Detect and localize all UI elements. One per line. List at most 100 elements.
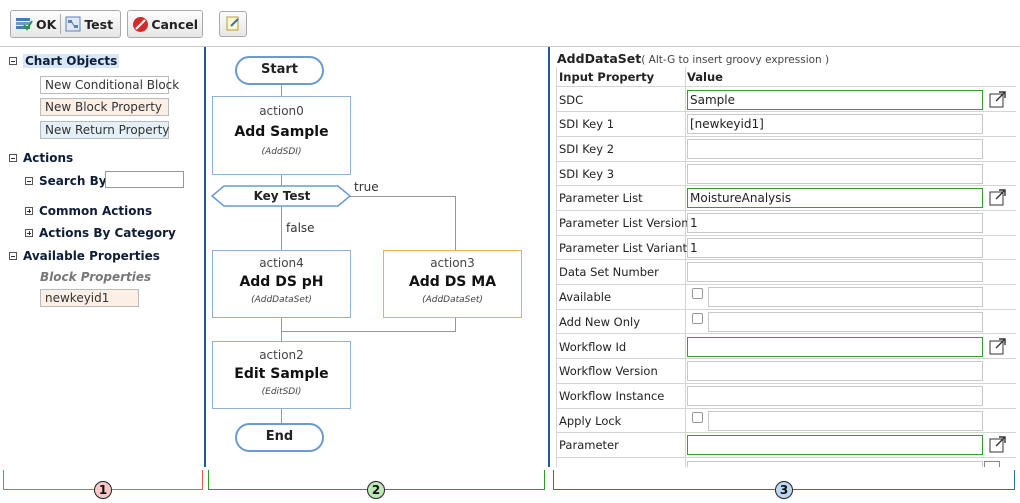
sdc-input[interactable]: Sample bbox=[687, 89, 983, 110]
flow-action3[interactable]: action3 Add DS MA (AddDataSet) bbox=[383, 250, 522, 318]
available-properties-label: Available Properties bbox=[23, 249, 160, 263]
action-type: (AddSDI) bbox=[261, 147, 302, 157]
actions-label: Actions bbox=[23, 151, 74, 165]
property-row-sdi-key-2: SDI Key 2 bbox=[556, 137, 1016, 162]
next-row-icon[interactable] bbox=[984, 461, 1000, 467]
workflow-version-input[interactable] bbox=[687, 361, 983, 382]
tree-common-actions[interactable]: Common Actions bbox=[25, 204, 152, 218]
expand-icon[interactable] bbox=[25, 229, 33, 237]
flow-action2[interactable]: action2 Edit Sample (EditSDI) bbox=[212, 341, 351, 409]
flow-end[interactable]: End bbox=[235, 423, 324, 452]
new-return-property[interactable]: New Return Property bbox=[40, 121, 169, 139]
property-row-parameter: Parameter bbox=[556, 433, 1016, 458]
sdi-key-3-input[interactable] bbox=[687, 163, 983, 184]
property-row-parameter-list-variant: Parameter List Variant 1 bbox=[556, 236, 1016, 261]
cancel-icon bbox=[133, 16, 148, 32]
parameter-list-variant-input[interactable]: 1 bbox=[687, 237, 983, 258]
property-row-add-new-only: Add New Only bbox=[556, 310, 1016, 335]
add-new-only-input[interactable] bbox=[708, 311, 983, 332]
action-name: action0 bbox=[259, 104, 304, 118]
toolbar-group: OK Test bbox=[10, 10, 121, 38]
open-link-icon[interactable] bbox=[989, 90, 1007, 108]
open-link-icon[interactable] bbox=[989, 189, 1007, 206]
ok-button[interactable]: OK bbox=[15, 16, 56, 32]
collapse-icon[interactable] bbox=[9, 252, 17, 260]
available-checkbox[interactable] bbox=[692, 288, 703, 300]
property-header-row: Input Property Value bbox=[556, 67, 1016, 87]
action-title: Add DS pH bbox=[239, 274, 324, 290]
data-set-number-input[interactable] bbox=[687, 262, 983, 283]
test-button[interactable]: Test bbox=[65, 16, 113, 32]
property-row-parameter-list: Parameter List MoistureAnalysis bbox=[556, 186, 1016, 211]
apply-lock-checkbox[interactable] bbox=[692, 411, 703, 423]
new-block-property[interactable]: New Block Property bbox=[40, 98, 169, 116]
true-label: true bbox=[354, 180, 379, 194]
toolbar-divider bbox=[0, 46, 1020, 47]
tree-chart-objects[interactable]: Chart Objects bbox=[9, 54, 120, 68]
add-new-only-checkbox[interactable] bbox=[692, 312, 703, 324]
expand-icon[interactable] bbox=[25, 207, 33, 215]
property-name: Add New Only bbox=[559, 314, 640, 329]
property-hint: ( Alt-G to insert groovy expression ) bbox=[641, 54, 830, 66]
available-input[interactable] bbox=[708, 287, 983, 308]
ok-icon bbox=[16, 18, 33, 31]
open-link-icon[interactable] bbox=[989, 337, 1007, 355]
workflow-instance-input[interactable] bbox=[687, 385, 983, 406]
property-name: Parameter bbox=[559, 438, 619, 453]
workflow-id-input[interactable] bbox=[687, 336, 983, 357]
search-by-label: Search By: bbox=[39, 174, 112, 188]
parameter-list-input[interactable]: MoistureAnalysis bbox=[687, 188, 983, 209]
action-type: (EditSDI) bbox=[261, 387, 302, 397]
connector bbox=[455, 196, 456, 250]
property-row-workflow-version: Workflow Version bbox=[556, 359, 1016, 384]
property-name: Data Set Number bbox=[559, 265, 659, 280]
property-name: Available bbox=[559, 290, 612, 305]
new-conditional-block[interactable]: New Conditional Block bbox=[40, 76, 179, 94]
search-input[interactable] bbox=[105, 171, 184, 188]
parameter-list-version-input[interactable]: 1 bbox=[687, 213, 983, 233]
connector bbox=[281, 318, 282, 341]
panel-divider[interactable] bbox=[204, 47, 206, 467]
test-icon bbox=[65, 16, 81, 32]
note-button[interactable] bbox=[219, 11, 247, 37]
tree-search-by[interactable]: Search By: bbox=[25, 174, 111, 188]
tree-available-properties[interactable]: Available Properties bbox=[9, 249, 160, 263]
property-name: Apply Lock bbox=[559, 413, 622, 428]
column-header-property: Input Property bbox=[559, 70, 655, 84]
tree-actions-by-category[interactable]: Actions By Category bbox=[25, 226, 176, 240]
cancel-button[interactable]: Cancel bbox=[127, 10, 203, 38]
connector bbox=[281, 206, 282, 250]
flow-start[interactable]: Start bbox=[235, 56, 324, 85]
property-action-name: AddDataSet bbox=[557, 51, 642, 66]
property-row-available: Available bbox=[556, 285, 1016, 310]
collapse-icon[interactable] bbox=[9, 154, 17, 162]
open-link-icon[interactable] bbox=[989, 436, 1007, 453]
connector bbox=[281, 331, 456, 332]
flow-action0[interactable]: action0 Add Sample (AddSDI) bbox=[212, 96, 351, 175]
property-name: Workflow Version bbox=[559, 364, 658, 379]
property-name: SDI Key 3 bbox=[559, 166, 615, 181]
action-title: Add DS MA bbox=[408, 274, 497, 290]
sdi-key-2-input[interactable] bbox=[687, 138, 983, 159]
property-name: SDI Key 2 bbox=[559, 141, 615, 156]
collapse-icon[interactable] bbox=[25, 177, 33, 185]
panel-divider[interactable] bbox=[548, 47, 550, 467]
property-row-sdi-key-1: SDI Key 1 [newkeyid1] bbox=[556, 112, 1016, 137]
test-label: Test bbox=[84, 16, 114, 32]
section-number-3: 3 bbox=[775, 481, 793, 499]
sdi-key-1-input[interactable]: [newkeyid1] bbox=[687, 114, 983, 135]
collapse-icon[interactable] bbox=[9, 57, 17, 65]
property-name: Parameter List Version bbox=[559, 216, 689, 230]
section-number-2: 2 bbox=[367, 481, 385, 499]
next-row-input[interactable] bbox=[687, 461, 983, 467]
toolbar-separator bbox=[60, 14, 62, 34]
chart-objects-label: Chart Objects bbox=[23, 54, 120, 68]
apply-lock-input[interactable] bbox=[708, 410, 983, 431]
property-row-workflow-instance: Workflow Instance bbox=[556, 384, 1016, 409]
block-property-item[interactable]: newkeyid1 bbox=[40, 289, 139, 307]
property-row-workflow-id: Workflow Id bbox=[556, 335, 1016, 360]
tree-actions[interactable]: Actions bbox=[9, 151, 73, 165]
parameter-input[interactable] bbox=[687, 435, 983, 456]
property-name: Workflow Id bbox=[559, 339, 627, 354]
flow-action4[interactable]: action4 Add DS pH (AddDataSet) bbox=[212, 250, 351, 318]
